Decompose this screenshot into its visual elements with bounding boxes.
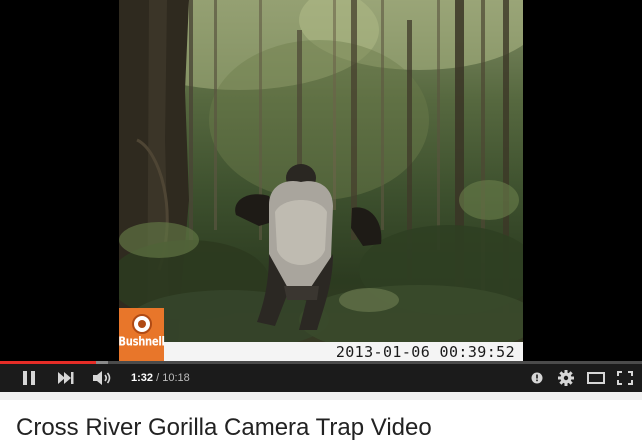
divider: [0, 392, 642, 400]
control-bar: 1:32 / 10:18: [0, 364, 642, 392]
settings-button[interactable]: [556, 364, 576, 392]
volume-button[interactable]: [90, 364, 116, 392]
timestamp-strip: 2013-01-06 00:39:52: [164, 342, 523, 361]
bushnell-logo: Bushnell: [119, 308, 165, 361]
next-button[interactable]: [52, 364, 80, 392]
fullscreen-icon: [617, 371, 633, 385]
fullscreen-button[interactable]: [614, 364, 636, 392]
video-frame[interactable]: Bushnell 2013-01-06 00:39:52: [119, 0, 523, 361]
time-separator: /: [153, 372, 163, 384]
annotations-icon: [531, 372, 543, 384]
forest-scene-image: [119, 0, 523, 361]
duration: 10:18: [162, 372, 190, 384]
video-player[interactable]: Bushnell 2013-01-06 00:39:52 1:32 / 10:1…: [0, 0, 642, 392]
next-icon: [58, 372, 74, 384]
settings-icon: [558, 370, 574, 386]
annotations-button[interactable]: [528, 364, 546, 392]
theater-mode-button[interactable]: [584, 364, 608, 392]
logo-text: Bushnell: [119, 335, 165, 350]
volume-icon: [93, 371, 111, 385]
logo-emblem-icon: [131, 314, 152, 334]
time-display: 1:32 / 10:18: [131, 364, 190, 392]
theater-mode-icon: [587, 372, 605, 384]
video-title: Cross River Gorilla Camera Trap Video: [16, 414, 432, 441]
pause-button[interactable]: [14, 364, 44, 392]
timestamp-overlay: 2013-01-06 00:39:52: [335, 343, 515, 361]
current-time: 1:32: [131, 372, 154, 384]
pause-icon: [23, 371, 35, 385]
